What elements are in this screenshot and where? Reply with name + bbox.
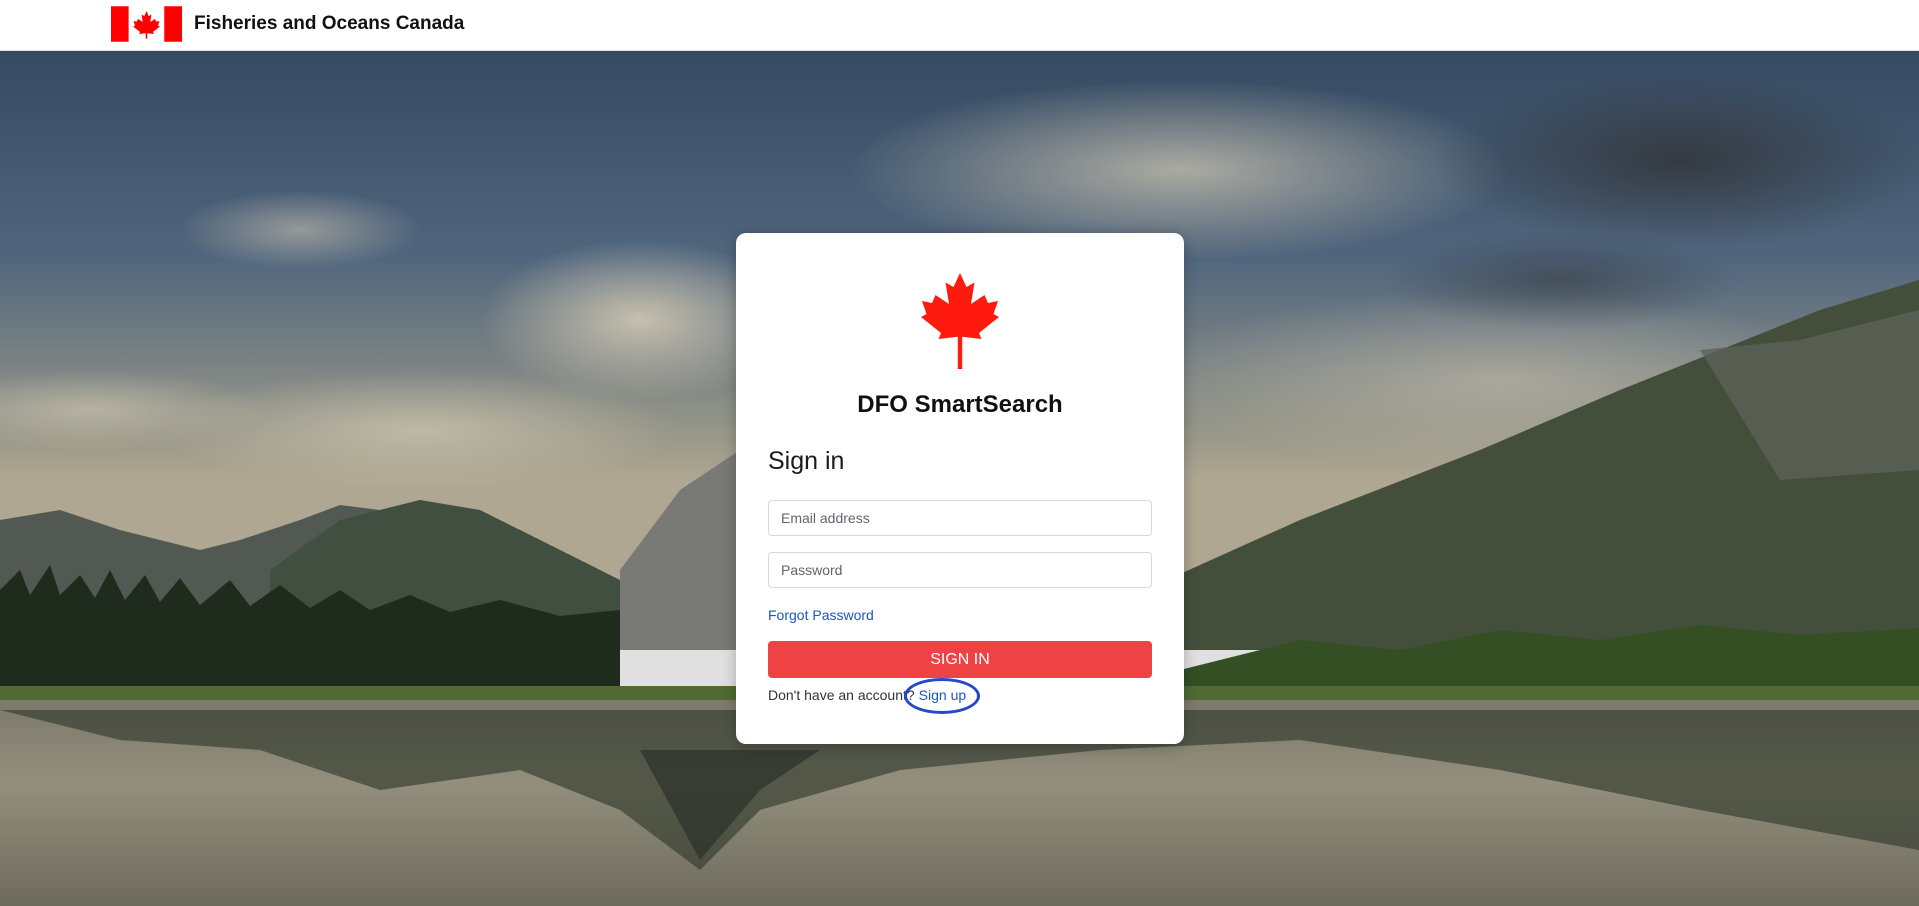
no-account-text: Don't have an account? (768, 687, 915, 703)
sign-up-label: Sign up (918, 687, 967, 703)
top-bar: Fisheries and Oceans Canada (0, 0, 1919, 51)
canada-flag-icon (111, 6, 182, 42)
signin-heading: Sign in (768, 447, 845, 475)
forgot-password-link[interactable]: Forgot Password (768, 607, 874, 623)
password-field[interactable] (768, 552, 1152, 588)
maple-leaf-icon (921, 273, 999, 369)
email-field[interactable] (768, 500, 1152, 536)
sign-up-link[interactable]: Sign up (903, 678, 980, 714)
brand[interactable]: Fisheries and Oceans Canada (111, 6, 464, 42)
login-card: DFO SmartSearch Sign in Forgot Password … (736, 233, 1184, 744)
app-title: DFO SmartSearch (857, 391, 1063, 418)
signup-row: Don't have an account? Sign up (768, 678, 980, 714)
sign-in-button[interactable]: SIGN IN (768, 641, 1152, 678)
site-title: Fisheries and Oceans Canada (194, 13, 465, 34)
